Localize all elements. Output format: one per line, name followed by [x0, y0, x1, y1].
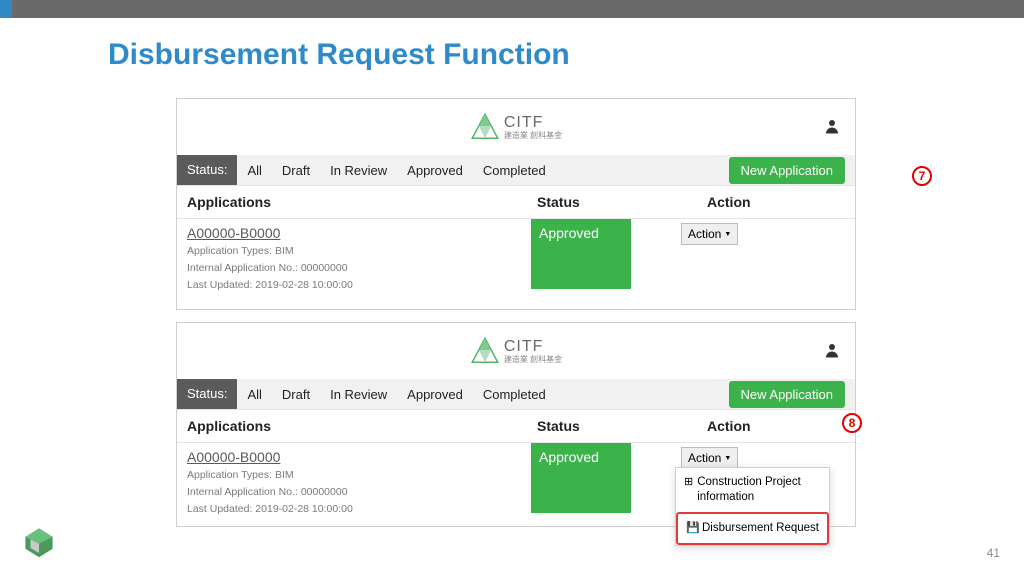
slide-title: Disbursement Request Function: [108, 38, 570, 72]
user-icon[interactable]: [823, 117, 841, 140]
app-panel-bottom: CITF 建造業 創科基金 Status: All Draft In Revie…: [176, 322, 856, 527]
application-type: Application Types: BIM: [187, 244, 537, 258]
filter-completed[interactable]: Completed: [473, 163, 556, 178]
logo-tagline: 建造業 創科基金: [504, 132, 562, 140]
status-badge: Approved: [531, 443, 631, 513]
application-id-link[interactable]: A00000-B0000: [187, 449, 537, 465]
new-application-button[interactable]: New Application: [729, 157, 846, 184]
annotation-step-8: 8: [842, 413, 862, 433]
col-status: Status: [537, 194, 707, 210]
col-status: Status: [537, 418, 707, 434]
chevron-down-icon: ▼: [724, 455, 731, 462]
slide-top-accent: [0, 0, 1024, 18]
citf-logo: CITF 建造業 創科基金: [470, 112, 562, 142]
status-filter-label: Status:: [177, 155, 237, 185]
action-dropdown-menu: ⊞ Construction Project information 💾 Dis…: [675, 467, 830, 546]
filter-draft[interactable]: Draft: [272, 387, 320, 402]
action-dropdown-button[interactable]: Action ▼: [681, 223, 738, 245]
table-row: A00000-B0000 Application Types: BIM Inte…: [177, 218, 855, 303]
application-updated: Last Updated: 2019-02-28 10:00:00: [187, 278, 537, 292]
table-header: Applications Status Action: [177, 409, 855, 442]
chevron-down-icon: ▼: [724, 231, 731, 238]
col-action: Action: [707, 194, 845, 210]
filter-all[interactable]: All: [237, 387, 271, 402]
cic-logo-icon: [22, 525, 56, 564]
action-dropdown-label: Action: [688, 227, 721, 241]
logo-icon: [470, 112, 500, 142]
col-action: Action: [707, 418, 845, 434]
application-internal-no: Internal Application No.: 00000000: [187, 485, 537, 499]
status-filter-label: Status:: [177, 379, 237, 409]
save-icon: 💾: [686, 521, 698, 535]
logo-icon: [470, 336, 500, 366]
action-dropdown-label: Action: [688, 451, 721, 465]
application-updated: Last Updated: 2019-02-28 10:00:00: [187, 502, 537, 516]
filter-bar: Status: All Draft In Review Approved Com…: [177, 379, 855, 409]
status-badge: Approved: [531, 219, 631, 289]
application-id-link[interactable]: A00000-B0000: [187, 225, 537, 241]
app-panel-top: CITF 建造業 創科基金 Status: All Draft In Revie…: [176, 98, 856, 310]
menu-item-label: Construction Project information: [697, 475, 821, 505]
table-row: A00000-B0000 Application Types: BIM Inte…: [177, 442, 855, 527]
filter-draft[interactable]: Draft: [272, 163, 320, 178]
col-applications: Applications: [187, 418, 537, 434]
menu-item-label: Disbursement Request: [702, 521, 819, 536]
page-number: 41: [987, 546, 1000, 560]
col-applications: Applications: [187, 194, 537, 210]
filter-approved[interactable]: Approved: [397, 387, 473, 402]
filter-approved[interactable]: Approved: [397, 163, 473, 178]
filter-in-review[interactable]: In Review: [320, 163, 397, 178]
application-type: Application Types: BIM: [187, 468, 537, 482]
citf-logo: CITF 建造業 創科基金: [470, 336, 562, 366]
application-internal-no: Internal Application No.: 00000000: [187, 261, 537, 275]
app-header: CITF 建造業 創科基金: [177, 323, 855, 379]
new-application-button[interactable]: New Application: [729, 381, 846, 408]
table-header: Applications Status Action: [177, 185, 855, 218]
logo-text: CITF: [504, 338, 562, 356]
app-header: CITF 建造業 創科基金: [177, 99, 855, 155]
filter-all[interactable]: All: [237, 163, 271, 178]
plus-box-icon: ⊞: [684, 475, 693, 489]
menu-item-disbursement-request[interactable]: 💾 Disbursement Request: [676, 512, 829, 545]
filter-bar: Status: All Draft In Review Approved Com…: [177, 155, 855, 185]
logo-text: CITF: [504, 114, 562, 132]
user-icon[interactable]: [823, 341, 841, 364]
menu-item-construction-project[interactable]: ⊞ Construction Project information: [676, 468, 829, 512]
annotation-step-7: 7: [912, 166, 932, 186]
filter-completed[interactable]: Completed: [473, 387, 556, 402]
action-dropdown-button[interactable]: Action ▼: [681, 447, 738, 469]
logo-tagline: 建造業 創科基金: [504, 356, 562, 364]
filter-in-review[interactable]: In Review: [320, 387, 397, 402]
